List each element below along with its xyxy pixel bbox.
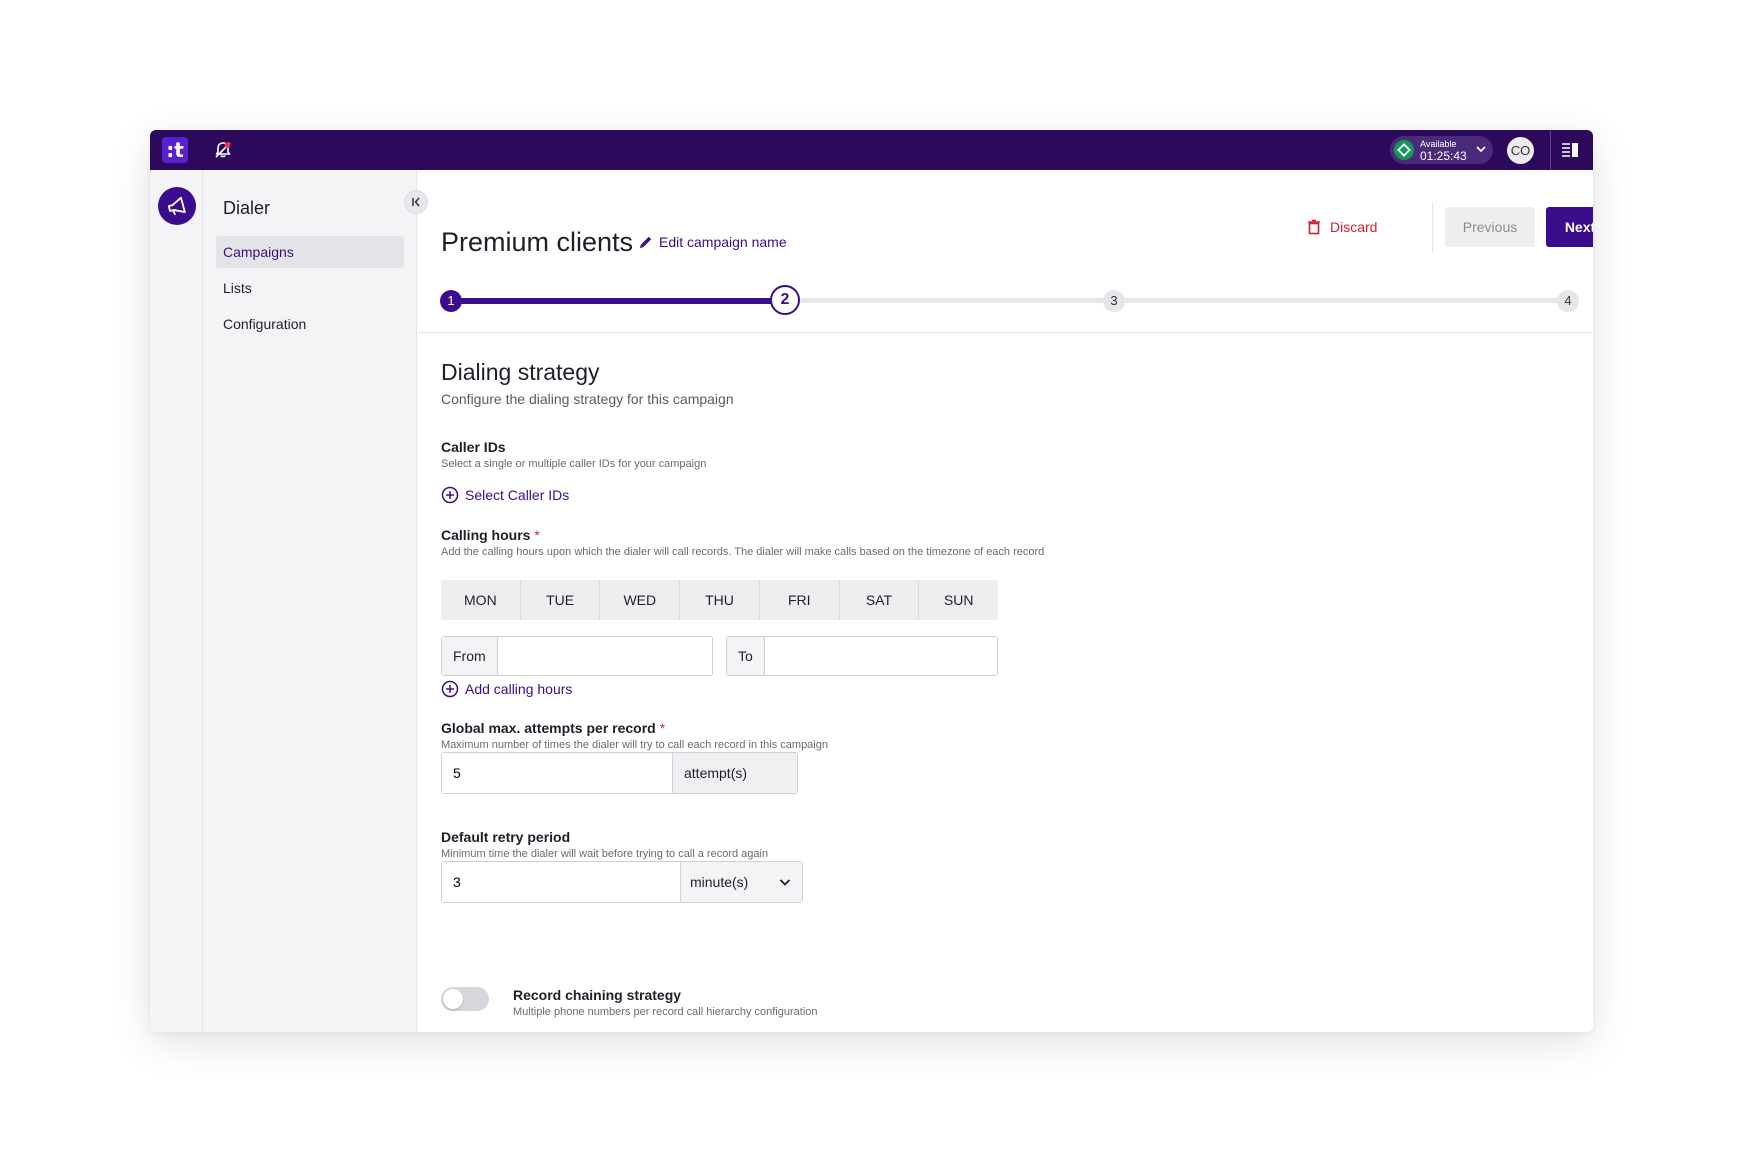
discard-button[interactable]: Discard xyxy=(1306,207,1377,247)
day-sat[interactable]: SAT xyxy=(840,580,920,620)
day-sun[interactable]: SUN xyxy=(919,580,998,620)
user-avatar[interactable]: CO xyxy=(1507,137,1534,164)
retry-period-label: Default retry period xyxy=(441,829,571,845)
campaign-name: Premium clients xyxy=(441,227,634,257)
day-wed[interactable]: WED xyxy=(600,580,681,620)
record-chaining-helper: Multiple phone numbers per record call h… xyxy=(513,1006,818,1018)
from-time-field: From xyxy=(441,636,713,676)
from-time-input[interactable] xyxy=(497,637,712,675)
next-button[interactable]: Next xyxy=(1546,207,1593,247)
edit-campaign-name-label: Edit campaign name xyxy=(659,234,787,250)
to-time-field: To xyxy=(726,636,998,676)
trash-icon xyxy=(1308,219,1320,235)
section-title: Dialing strategy xyxy=(441,359,600,385)
previous-button[interactable]: Previous xyxy=(1445,207,1535,247)
day-tue[interactable]: TUE xyxy=(521,580,601,620)
section-subtitle: Configure the dialing strategy for this … xyxy=(441,391,734,407)
topbar-divider xyxy=(1550,130,1551,170)
dialer-sidebar: Dialer Campaigns Lists Configuration xyxy=(203,170,428,1032)
day-thu[interactable]: THU xyxy=(680,580,760,620)
retry-period-unit: minute(s) xyxy=(690,874,749,890)
to-time-input[interactable] xyxy=(764,637,997,675)
select-caller-ids-button[interactable]: Select Caller IDs xyxy=(441,486,569,504)
pencil-icon xyxy=(640,236,652,248)
discard-label: Discard xyxy=(1330,219,1378,235)
plus-circle-icon xyxy=(441,486,459,504)
record-chaining-label: Record chaining strategy xyxy=(513,987,682,1003)
step-1[interactable]: 1 xyxy=(440,290,462,312)
stepper-progress-line xyxy=(456,298,784,304)
max-attempts-label-text: Global max. attempts per record xyxy=(441,720,656,736)
max-attempts-input[interactable] xyxy=(442,753,672,793)
calling-hours-label: Calling hours * xyxy=(441,527,540,543)
app-rail xyxy=(150,170,203,1032)
top-bar: :t Available 01:25:43 CO xyxy=(150,130,1593,170)
main-content: Premium clients Edit campaign name Disca… xyxy=(418,170,1593,1032)
stepper-remaining-line xyxy=(800,298,1570,303)
status-available-icon xyxy=(1394,140,1414,160)
sidebar-item-lists[interactable]: Lists xyxy=(216,272,404,304)
step-4[interactable]: 4 xyxy=(1557,290,1579,312)
add-calling-hours-label: Add calling hours xyxy=(465,681,573,697)
add-calling-hours-button[interactable]: Add calling hours xyxy=(441,680,572,698)
megaphone-icon[interactable] xyxy=(158,187,196,225)
section-divider xyxy=(418,332,1593,333)
plus-circle-icon xyxy=(441,680,459,698)
sidebar-item-configuration[interactable]: Configuration xyxy=(216,308,404,340)
sidebar-title: Dialer xyxy=(223,198,271,218)
day-fri[interactable]: FRI xyxy=(760,580,840,620)
status-label: Available xyxy=(1420,139,1457,149)
max-attempts-helper: Maximum number of times the dialer will … xyxy=(441,739,828,751)
chevron-down-icon xyxy=(1474,142,1488,156)
record-chaining-toggle[interactable] xyxy=(441,987,489,1011)
side-panel-toggle-icon[interactable] xyxy=(1560,140,1580,160)
retry-period-unit-select[interactable]: minute(s) xyxy=(680,862,802,902)
max-attempts-unit: attempt(s) xyxy=(672,753,797,793)
app-window: :t Available 01:25:43 CO Dialer Campaign… xyxy=(150,130,1593,1032)
required-mark: * xyxy=(534,527,540,543)
retry-period-helper: Minimum time the dialer will wait before… xyxy=(441,848,769,860)
toggle-knob xyxy=(443,989,463,1009)
step-2-current[interactable]: 2 xyxy=(770,285,800,315)
day-mon[interactable]: MON xyxy=(441,580,521,620)
edit-campaign-name-link[interactable]: Edit campaign name xyxy=(638,234,787,250)
max-attempts-field: attempt(s) xyxy=(441,752,798,794)
caller-ids-helper: Select a single or multiple caller IDs f… xyxy=(441,458,707,470)
to-label: To xyxy=(727,637,765,675)
chevron-down-icon xyxy=(779,879,791,886)
app-logo[interactable]: :t xyxy=(162,137,188,163)
retry-period-input[interactable] xyxy=(442,862,680,902)
caller-ids-label: Caller IDs xyxy=(441,439,506,455)
retry-period-field: minute(s) xyxy=(441,861,803,903)
agent-status-dropdown[interactable]: Available 01:25:43 xyxy=(1390,136,1493,164)
bell-icon[interactable] xyxy=(212,139,234,161)
progress-stepper: 1 2 3 4 xyxy=(440,280,1580,320)
calling-hours-label-text: Calling hours xyxy=(441,527,531,543)
from-label: From xyxy=(442,637,498,675)
step-3[interactable]: 3 xyxy=(1103,290,1125,312)
required-mark: * xyxy=(659,720,666,736)
calling-hours-helper: Add the calling hours upon which the dia… xyxy=(441,546,1045,558)
weekday-selector: MON TUE WED THU FRI SAT SUN xyxy=(441,580,998,620)
status-timer: 01:25:43 xyxy=(1420,149,1467,163)
header-divider xyxy=(1432,202,1433,252)
max-attempts-label: Global max. attempts per record * xyxy=(441,720,665,736)
select-caller-ids-label: Select Caller IDs xyxy=(465,487,570,503)
sidebar-item-campaigns[interactable]: Campaigns xyxy=(216,236,404,268)
